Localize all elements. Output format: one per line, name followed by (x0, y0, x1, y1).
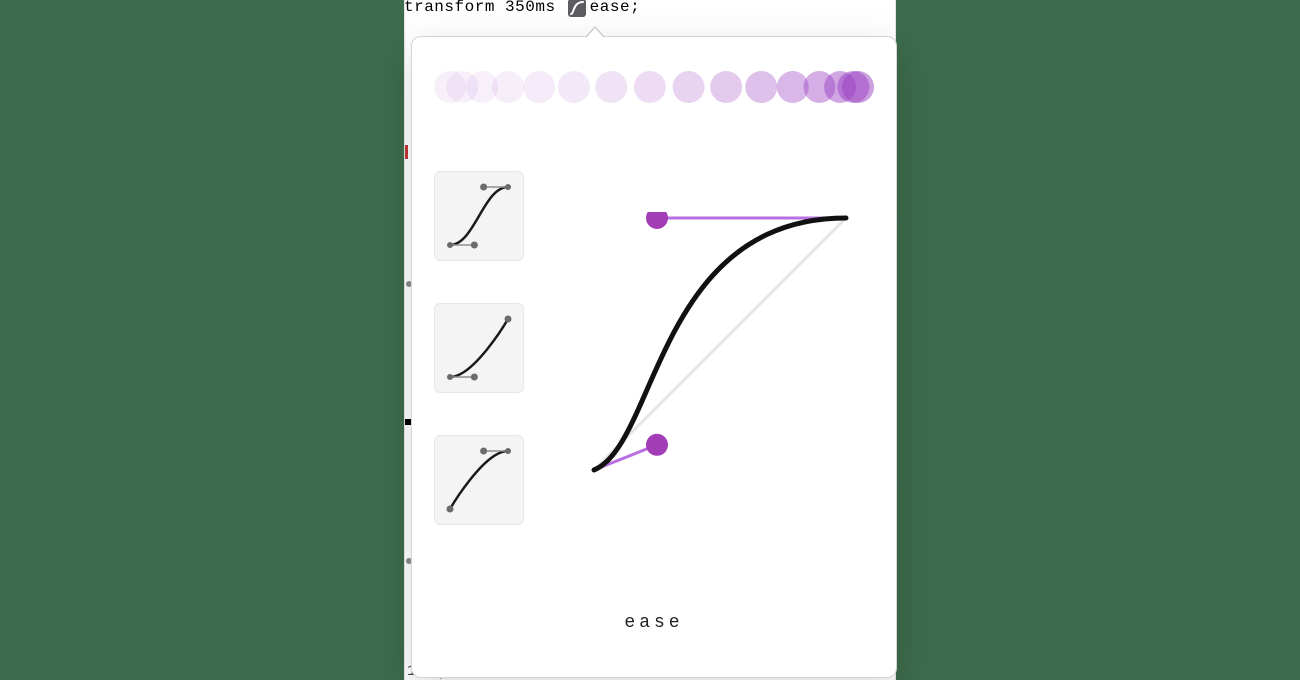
page-margin-left (0, 0, 405, 680)
preset-ease-in[interactable] (434, 303, 524, 393)
preset-ease-in-out[interactable] (434, 171, 524, 261)
bezier-swatch-icon[interactable] (568, 0, 586, 17)
easing-preview-balls (432, 57, 876, 117)
preset-ease-out[interactable] (434, 435, 524, 525)
bezier-handle-p1 (646, 434, 668, 456)
css-duration: 350ms (505, 0, 556, 16)
css-declaration: transform 350ms ease ; (404, 0, 640, 17)
css-property: transform (404, 0, 495, 16)
page-margin-right (895, 0, 1300, 680)
css-timing: ease (590, 0, 630, 16)
bezier-curve-editor[interactable] (588, 212, 852, 476)
bezier-editor-popover: ease (411, 36, 897, 678)
gutter-marker (405, 145, 408, 159)
preset-list (434, 171, 530, 567)
easing-preview-track (432, 57, 876, 117)
css-terminator: ; (630, 0, 640, 16)
bezier-handle-p2 (646, 212, 668, 229)
curve-name-label: ease (412, 613, 896, 633)
